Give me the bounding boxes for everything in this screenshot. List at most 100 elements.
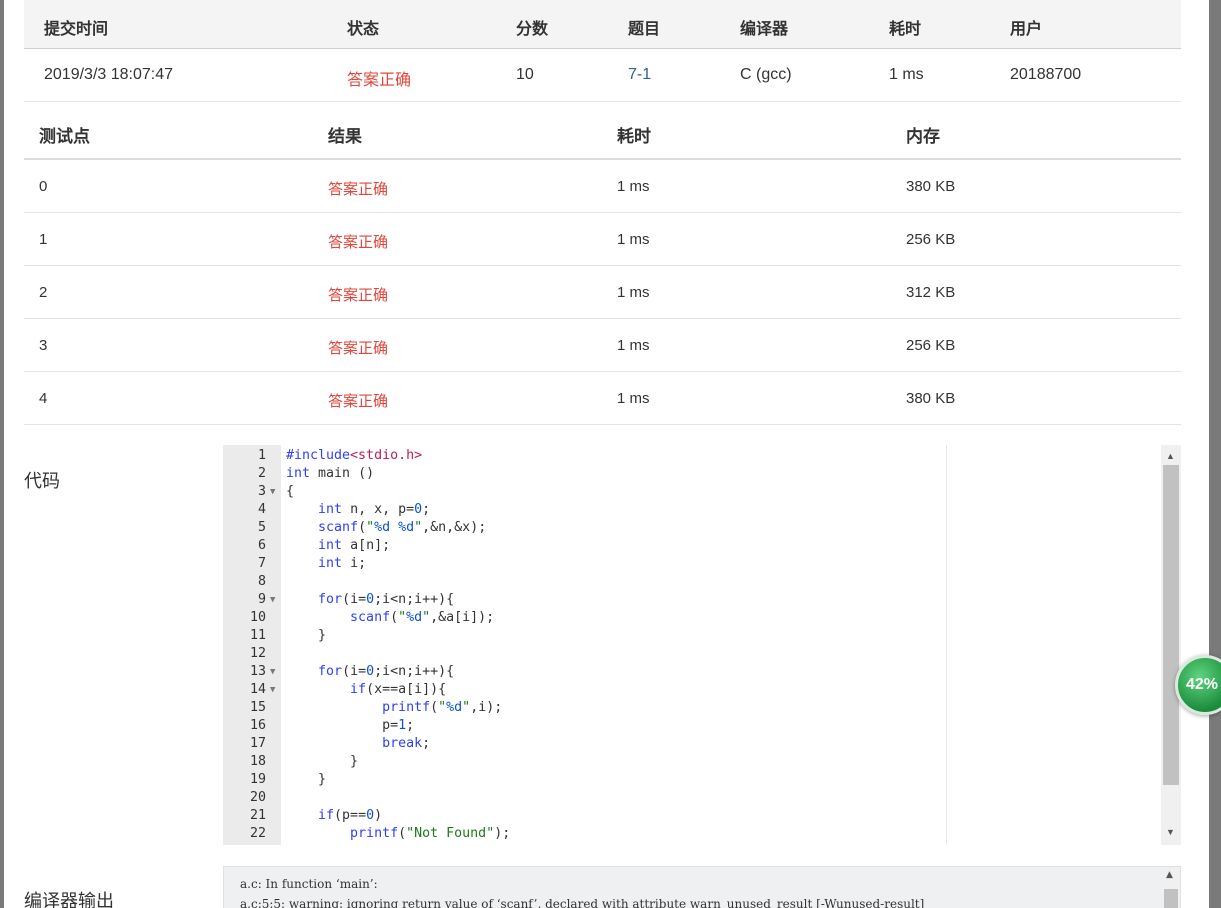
testcase-result: 答案正确 <box>328 340 389 357</box>
code-text: } <box>286 772 327 787</box>
compiler-output-line: a.c:5:5: warning: ignoring return value … <box>240 897 925 908</box>
code-text: if(x==a[i]){ <box>350 682 447 697</box>
testcase-id: 3 <box>39 337 48 354</box>
code-line: 4 int n, x, p=0; <box>223 501 1163 519</box>
header-compiler: 编译器 <box>740 21 789 38</box>
testcase-row: 0 答案正确 1 ms 380 KB <box>24 160 1181 213</box>
line-number: 12 <box>249 646 266 661</box>
submission-score: 10 <box>516 66 534 83</box>
header-memory: 内存 <box>906 127 940 146</box>
code-line: 14 ▼ if(x==a[i]){ <box>223 681 1163 699</box>
submission-problem-link[interactable]: 7-1 <box>628 66 651 84</box>
line-number: 11 <box>249 628 266 643</box>
code-line: 3 ▼ { <box>223 483 1163 501</box>
header-status: 状态 <box>347 21 380 38</box>
scroll-down-icon[interactable]: ▼ <box>1166 827 1175 837</box>
submission-time: 2019/3/3 18:07:47 <box>44 66 174 83</box>
line-number: 13 <box>249 664 266 679</box>
fold-toggle-icon[interactable]: ▼ <box>270 663 275 681</box>
scroll-up-icon[interactable]: ▲ <box>1166 451 1175 461</box>
testcase-memory: 256 KB <box>906 231 956 248</box>
testcase-id: 2 <box>39 284 48 301</box>
compiler-output-line: a.c: In function ‘main’: <box>240 877 378 891</box>
code-line: 1 #include<stdio.h> <box>223 447 1163 465</box>
testcase-id: 4 <box>39 390 48 407</box>
progress-badge-text: 42% <box>1186 676 1219 693</box>
scroll-up-icon[interactable]: ▲ <box>1166 870 1173 880</box>
testcase-row: 4 答案正确 1 ms 380 KB <box>24 372 1181 425</box>
fold-toggle-icon[interactable]: ▼ <box>270 681 275 699</box>
code-text: int main () <box>286 466 375 481</box>
code-line: 6 int a[n]; <box>223 537 1163 555</box>
fold-toggle-icon[interactable]: ▼ <box>270 591 275 609</box>
header-duration: 耗时 <box>889 21 922 38</box>
testcase-time: 1 ms <box>617 284 650 301</box>
testcase-memory: 256 KB <box>906 337 956 354</box>
code-line: 9 ▼ for(i=0;i<n;i++){ <box>223 591 1163 609</box>
code-text: for(i=0;i<n;i++){ <box>318 664 455 679</box>
header-time: 耗时 <box>617 127 651 146</box>
testcase-time: 1 ms <box>617 178 650 195</box>
testcase-id: 0 <box>39 178 48 195</box>
header-problem: 题目 <box>628 21 661 38</box>
code-line: 20 <box>223 789 1163 807</box>
line-number: 3 <box>257 484 266 499</box>
code-scrollbar[interactable]: ▲ ▼ <box>1161 445 1181 845</box>
submission-table-header: 提交时间 状态 分数 题目 编译器 耗时 用户 <box>24 0 1181 49</box>
code-text: printf("Not Found"); <box>350 826 511 841</box>
testcase-result: 答案正确 <box>328 393 389 410</box>
line-number: 16 <box>249 718 266 733</box>
testcase-table-header: 测试点 结果 耗时 内存 <box>24 102 1181 160</box>
code-text: #include<stdio.h> <box>286 448 423 463</box>
code-line: 8 <box>223 573 1163 591</box>
code-line: 22 printf("Not Found"); <box>223 825 1163 843</box>
line-number: 5 <box>257 520 266 535</box>
code-line: 2 int main () <box>223 465 1163 483</box>
header-testcase: 测试点 <box>39 127 90 146</box>
compiler-output-label: 编译器输出 <box>24 891 114 908</box>
line-number: 19 <box>249 772 266 787</box>
testcase-result: 答案正确 <box>328 287 389 304</box>
line-number: 15 <box>249 700 266 715</box>
code-scrollbar-thumb[interactable] <box>1163 465 1179 785</box>
compiler-scrollbar-thumb[interactable] <box>1164 889 1178 908</box>
code-text: printf("%d",i); <box>382 700 503 715</box>
submission-row: 2019/3/3 18:07:47 答案正确 10 7-1 C (gcc) 1 … <box>24 49 1181 102</box>
header-result: 结果 <box>328 127 362 146</box>
compiler-output-scrollbar[interactable]: ▲ <box>1162 867 1180 908</box>
line-number: 18 <box>249 754 266 769</box>
code-line: 10 scanf("%d",&a[i]); <box>223 609 1163 627</box>
header-score: 分数 <box>516 21 549 38</box>
line-number: 21 <box>249 808 266 823</box>
modal-content: 提交时间 状态 分数 题目 编译器 耗时 用户 2019/3/3 18:07:4… <box>24 0 1181 425</box>
testcase-result: 答案正确 <box>328 181 389 198</box>
code-text: scanf("%d %d",&n,&x); <box>318 520 487 535</box>
code-text: int n, x, p=0; <box>318 502 431 517</box>
line-number: 10 <box>249 610 266 625</box>
header-user: 用户 <box>1010 21 1043 38</box>
code-line: 19 } <box>223 771 1163 789</box>
submission-compiler: C (gcc) <box>740 66 792 83</box>
line-number: 4 <box>257 502 266 517</box>
code-line: 12 <box>223 645 1163 663</box>
testcase-memory: 312 KB <box>906 284 956 301</box>
code-line: 17 break; <box>223 735 1163 753</box>
submission-user: 20188700 <box>1010 66 1082 83</box>
code-text: for(i=0;i<n;i++){ <box>318 592 455 607</box>
line-number: 9 <box>257 592 266 607</box>
line-number: 20 <box>249 790 266 805</box>
line-number: 6 <box>257 538 266 553</box>
code-line: 21 if(p==0) <box>223 807 1163 825</box>
testcase-result: 答案正确 <box>328 234 389 251</box>
code-line: 18 } <box>223 753 1163 771</box>
code-line: 13 ▼ for(i=0;i<n;i++){ <box>223 663 1163 681</box>
fold-toggle-icon[interactable]: ▼ <box>270 483 275 501</box>
code-editor[interactable]: 1 #include<stdio.h> 2 int main () 3 ▼ {4 int n… <box>223 445 1181 845</box>
testcase-row: 2 答案正确 1 ms 312 KB <box>24 266 1181 319</box>
line-number: 7 <box>257 556 266 571</box>
line-number: 22 <box>249 826 266 841</box>
line-number: 8 <box>257 574 266 589</box>
compiler-output-box[interactable]: a.c: In function ‘main’: a.c:5:5: warnin… <box>223 866 1181 908</box>
code-text: int a[n]; <box>318 538 391 553</box>
code-line: 11 } <box>223 627 1163 645</box>
